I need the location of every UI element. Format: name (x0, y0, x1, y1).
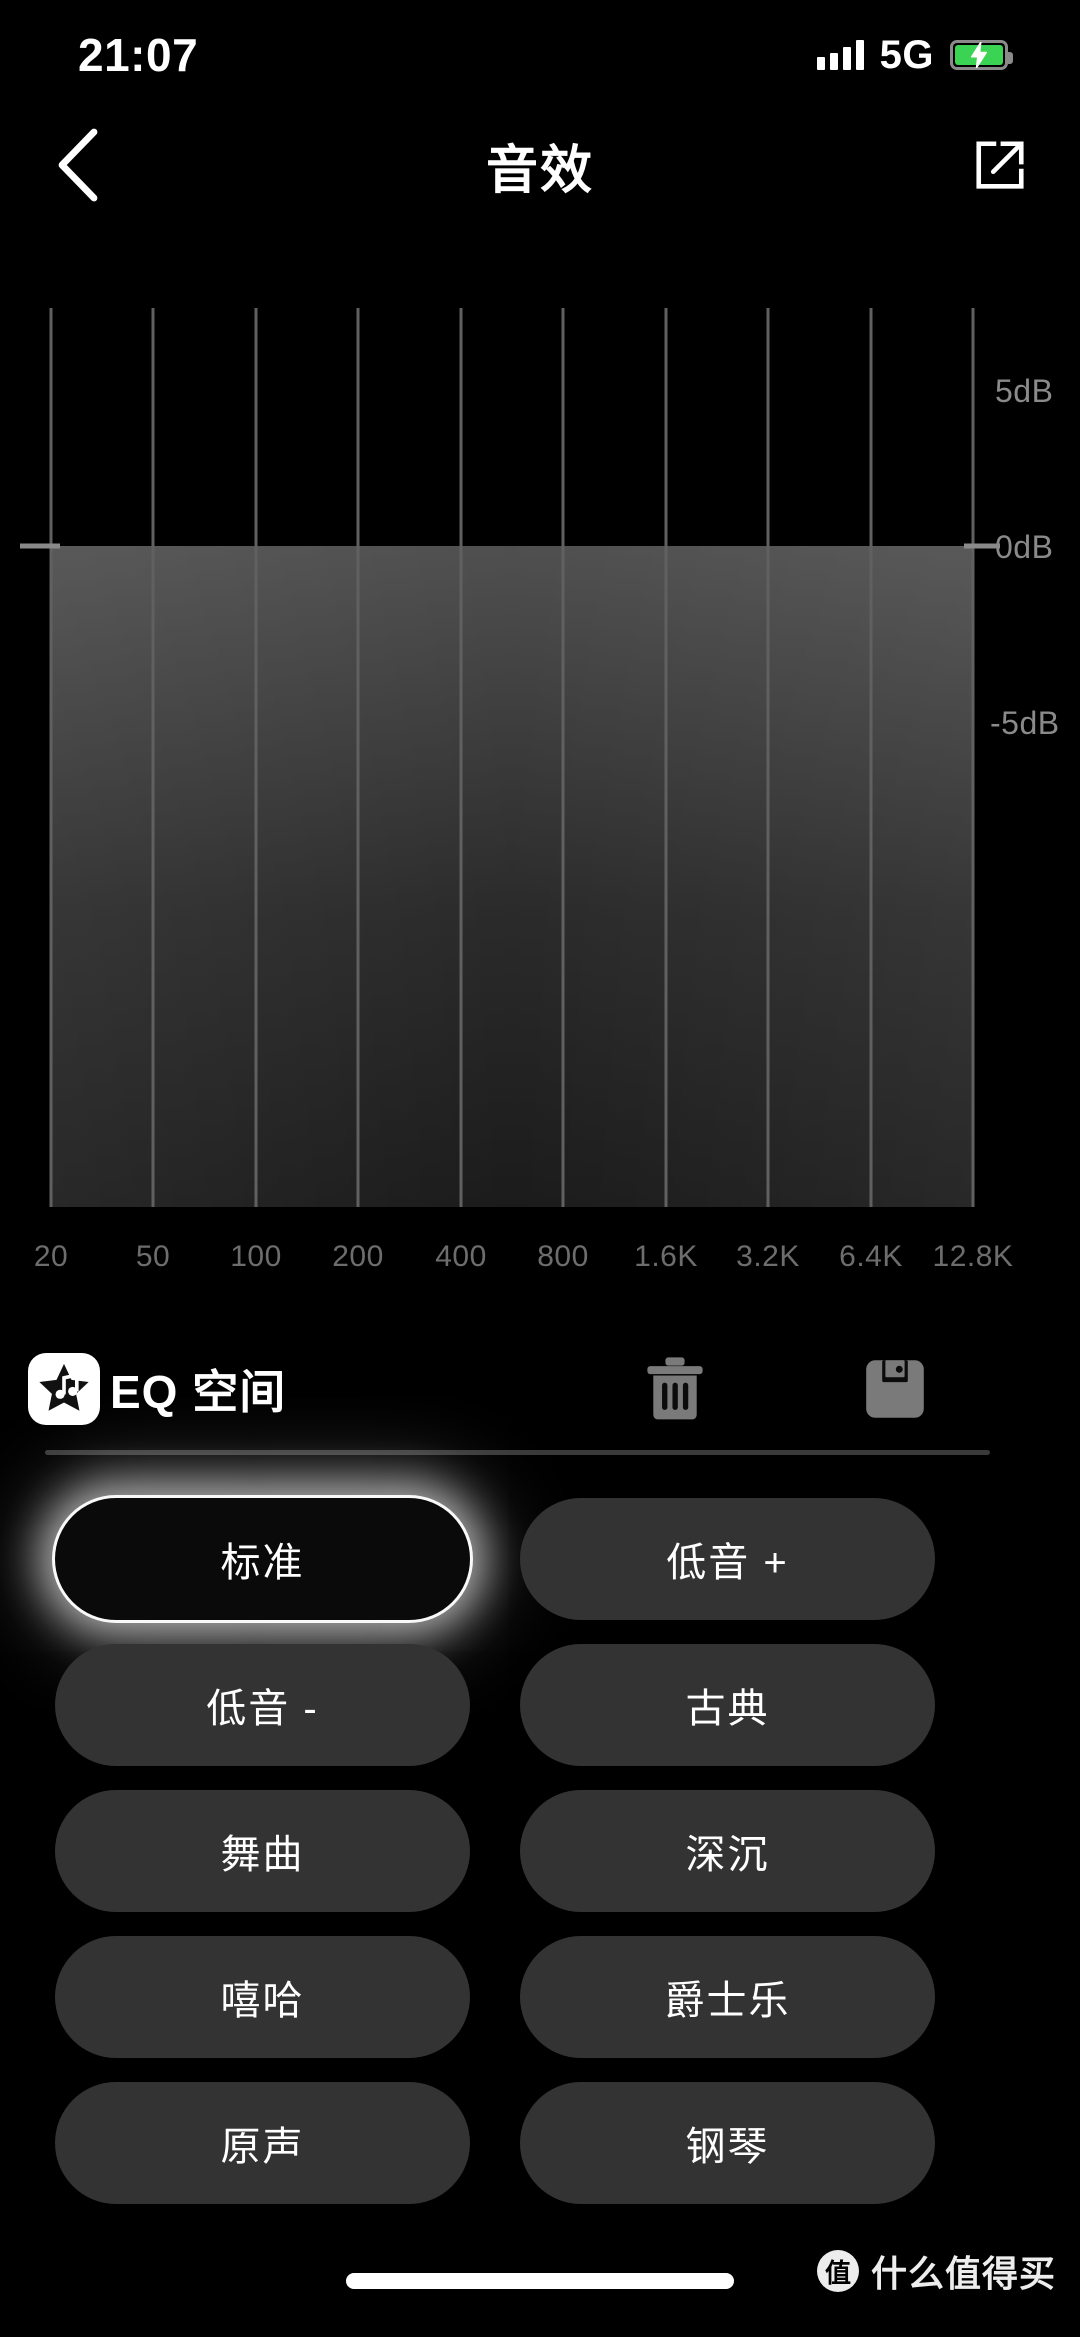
page-title: 音效 (485, 141, 594, 200)
freq-tick: 400 (435, 1240, 487, 1273)
freq-tick: 12.8K (932, 1240, 1014, 1273)
eq-toolbar: EQ 空间 (0, 1330, 1080, 1448)
db-label-zero: 0dB (995, 529, 1054, 565)
eq-fill-sheen (51, 546, 973, 1207)
watermark-text: 什么值得买 (870, 2253, 1056, 2294)
network-type-label: 5G (879, 32, 934, 77)
equalizer-graph[interactable]: 5dB 0dB -5dB (0, 290, 1080, 1250)
status-bar: 21:07 5G (0, 0, 1080, 110)
preset-button-deep[interactable]: 深沉 (520, 1790, 935, 1912)
freq-tick: 6.4K (839, 1240, 903, 1273)
status-indicators: 5G (816, 32, 1013, 78)
preset-button-standard[interactable]: 标准 (55, 1498, 470, 1620)
preset-button-piano[interactable]: 钢琴 (520, 2082, 935, 2204)
db-label-minus5: -5dB (990, 705, 1060, 741)
delete-preset-button[interactable] (630, 1344, 720, 1434)
watermark: 值 什么值得买 (816, 2245, 1056, 2297)
freq-tick: 50 (135, 1240, 171, 1273)
chevron-left-icon (58, 128, 98, 202)
save-preset-button[interactable] (850, 1344, 940, 1434)
frequency-axis: 20 50 100 200 400 800 1.6K 3.2K 6.4K 12.… (0, 1240, 1080, 1290)
freq-tick: 800 (537, 1240, 589, 1273)
preset-button-jazz[interactable]: 爵士乐 (520, 1936, 935, 2058)
status-clock: 21:07 (78, 29, 199, 81)
share-button[interactable] (952, 117, 1048, 213)
db-label-plus5: 5dB (995, 373, 1054, 409)
signal-bars-icon (816, 40, 864, 70)
preset-button-bass-minus[interactable]: 低音 - (55, 1644, 470, 1766)
eq-space-label: EQ 空间 (110, 1366, 287, 1418)
preset-grid: 标准 低音 + 低音 - 古典 舞曲 深沉 嘻哈 爵士乐 原声 钢琴 (0, 1498, 1080, 2204)
freq-tick: 3.2K (736, 1240, 800, 1273)
toolbar-divider (45, 1450, 990, 1455)
back-button[interactable] (30, 117, 126, 213)
freq-tick: 20 (33, 1240, 69, 1273)
freq-tick: 1.6K (634, 1240, 698, 1273)
freq-tick: 200 (332, 1240, 384, 1273)
preset-button-hiphop[interactable]: 嘻哈 (55, 1936, 470, 2058)
trash-icon (647, 1357, 703, 1420)
preset-button-dance[interactable]: 舞曲 (55, 1790, 470, 1912)
eq-space-button[interactable]: EQ 空间 (28, 1353, 286, 1425)
floppy-save-icon (866, 1360, 924, 1418)
freq-tick: 100 (230, 1240, 282, 1273)
nav-bar: 音效 (0, 110, 1080, 220)
watermark-logo: 值 (816, 2250, 859, 2292)
star-music-icon (28, 1353, 100, 1425)
external-link-icon (976, 141, 1024, 189)
lightning-bolt-icon (970, 42, 988, 68)
preset-button-classical[interactable]: 古典 (520, 1644, 935, 1766)
preset-button-acoustic[interactable]: 原声 (55, 2082, 470, 2204)
battery-charging-icon (950, 40, 1013, 70)
equalizer-canvas[interactable] (0, 290, 1080, 1250)
home-indicator[interactable] (346, 2273, 734, 2289)
preset-button-bass-plus[interactable]: 低音 + (520, 1498, 935, 1620)
